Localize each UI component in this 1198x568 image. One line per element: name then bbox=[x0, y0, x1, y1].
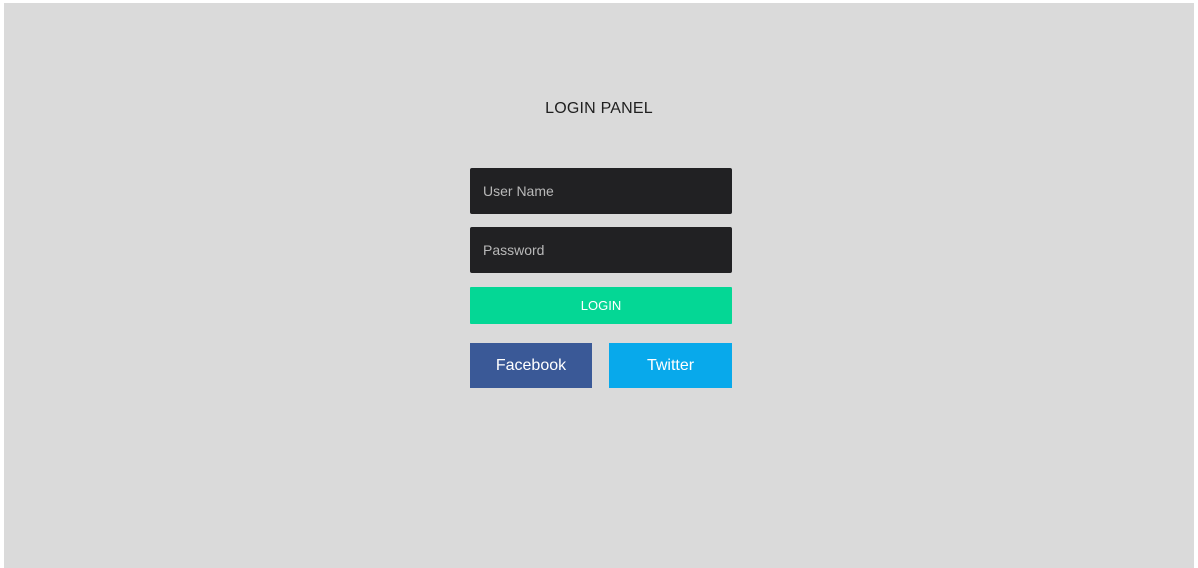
facebook-button[interactable]: Facebook bbox=[470, 343, 592, 388]
page-background bbox=[4, 3, 1194, 568]
twitter-button[interactable]: Twitter bbox=[609, 343, 732, 388]
panel-title: LOGIN PANEL bbox=[545, 100, 653, 117]
password-input[interactable] bbox=[470, 227, 732, 273]
username-input[interactable] bbox=[470, 168, 732, 214]
login-button[interactable]: LOGIN bbox=[470, 287, 732, 324]
